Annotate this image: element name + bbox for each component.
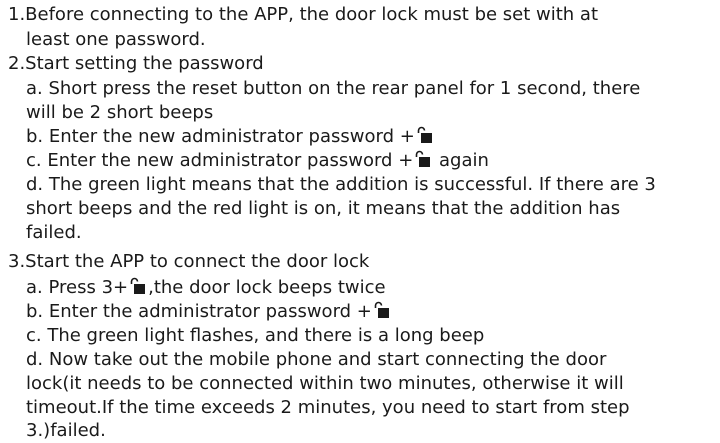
step2-heading: 2.Start setting the password — [8, 53, 264, 74]
step3-d-line1: d. Now take out the mobile phone and sta… — [26, 349, 607, 370]
step2-c-text: c. Enter the new administrator password … — [26, 150, 414, 171]
step3-d-line4: 3.)failed. — [26, 420, 106, 441]
instruction-page: 1.Before connecting to the APP, the door… — [0, 0, 720, 443]
step2-a-line1: a. Short press the reset button on the r… — [26, 78, 641, 99]
step2-b-line: b. Enter the new administrator password … — [26, 125, 435, 149]
unlock-key-icon — [374, 301, 390, 319]
step1-line1: 1.Before connecting to the APP, the door… — [8, 4, 599, 25]
step3-d-line2: lock(it needs to be connected within two… — [26, 373, 624, 394]
step2-c-suffix: again — [439, 150, 489, 171]
step3-a-suffix: ,the door lock beeps twice — [148, 277, 386, 298]
step2-d-line1: d. The green light means that the additi… — [26, 174, 656, 195]
unlock-key-icon — [415, 150, 431, 168]
step3-a-line: a. Press 3+ ,the door lock beeps twice — [26, 276, 386, 300]
step1-line2: least one password. — [26, 29, 206, 50]
step3-heading: 3.Start the APP to connect the door lock — [8, 251, 370, 272]
step2-d-line2: short beeps and the red light is on, it … — [26, 198, 621, 219]
step3-a-prefix: a. Press 3+ — [26, 277, 129, 298]
step3-b-text: b. Enter the administrator password + — [26, 301, 372, 322]
step2-b-text: b. Enter the new administrator password … — [26, 126, 415, 147]
step3-b-line: b. Enter the administrator password + — [26, 300, 392, 324]
unlock-key-icon — [130, 277, 146, 295]
step2-c-line: c. Enter the new administrator password … — [26, 149, 489, 173]
step2-a-line2: will be 2 short beeps — [26, 102, 214, 123]
unlock-key-icon — [417, 126, 433, 144]
step2-d-line3: failed. — [26, 222, 82, 243]
step3-c-line: c. The green light flashes, and there is… — [26, 325, 485, 346]
step3-d-line3: timeout.If the time exceeds 2 minutes, y… — [26, 397, 630, 418]
